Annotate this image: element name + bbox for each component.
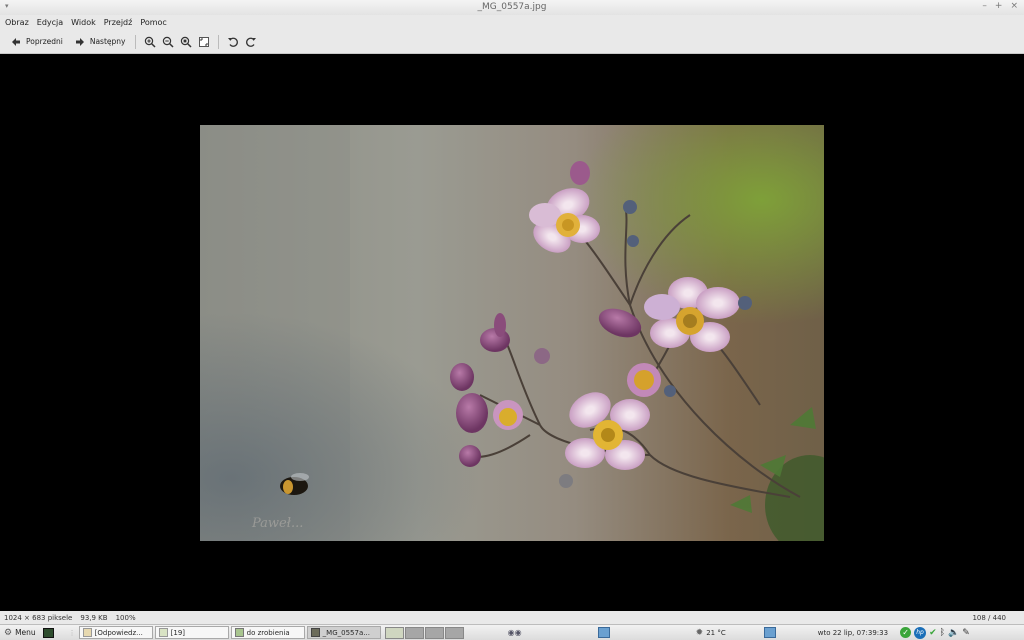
task-label: _MG_0557a... (322, 628, 370, 637)
task-label: [19] (170, 628, 186, 637)
watermark: Paweł... (251, 516, 303, 531)
toolbar-separator (218, 34, 220, 49)
task-do-zrobienia[interactable]: do zrobienia (230, 626, 305, 639)
next-label: Następny (89, 37, 126, 46)
photo: Paweł... (200, 125, 824, 541)
gear-icon: ⚙ (4, 627, 13, 638)
task-image-viewer[interactable]: _MG_0557a... (306, 626, 381, 639)
image-dimensions: 1024 × 683 piksele (4, 613, 73, 622)
folder-icon (158, 628, 168, 637)
workspace-3[interactable] (424, 626, 444, 639)
audio-player-icon[interactable]: ◉◉ (508, 628, 522, 637)
printer-tray-icon[interactable]: hp (914, 626, 927, 639)
flower-photo: Paweł... (200, 125, 824, 541)
pen-icon[interactable]: ✎ (962, 628, 970, 638)
weather-temperature: 21 °C (706, 628, 726, 637)
workspace-switcher[interactable] (384, 626, 464, 639)
zoom-fit-icon[interactable] (197, 35, 211, 49)
rotate-right-icon[interactable] (244, 35, 258, 49)
terminal-icon[interactable] (42, 627, 54, 638)
zoom-level: 100% (115, 613, 136, 622)
maximize-icon[interactable]: + (995, 1, 1003, 11)
menu-przejdz[interactable]: Przejdź (104, 18, 133, 27)
task-19[interactable]: [19] (154, 626, 229, 639)
window-title: _MG_0557a.jpg (477, 2, 547, 12)
arrow-left-icon (9, 35, 23, 49)
previous-button[interactable]: Poprzedni (6, 33, 66, 51)
bluetooth-icon[interactable]: ᛒ (940, 628, 945, 638)
system-tray: ✓ hp ✔ ᛒ 🔈 ✎ (900, 626, 970, 639)
clock[interactable]: wto 22 lip, 07:39:33 (818, 629, 888, 637)
start-menu-label: Menu (15, 628, 36, 637)
next-button[interactable]: Następny (70, 33, 129, 51)
workspace-1[interactable] (384, 626, 404, 639)
minimize-icon[interactable]: – (982, 1, 987, 11)
status-bar: 1024 × 683 piksele 93,9 KB 100% 108 / 44… (0, 611, 1024, 624)
task-label: [Odpowiedz... (94, 628, 143, 637)
taskbar: ⚙ Menu ⋮ [Odpowiedz... [19] do zrobienia… (0, 624, 1024, 640)
arrow-right-icon (73, 35, 87, 49)
menu-bar: Obraz Edycja Widok Przejdź Pomoc (0, 15, 1024, 30)
toolbar: Poprzedni Następny (0, 30, 1024, 54)
menu-pomoc[interactable]: Pomoc (140, 18, 167, 27)
zoom-in-icon[interactable] (143, 35, 157, 49)
task-label: do zrobienia (246, 628, 290, 637)
workspace-2[interactable] (404, 626, 424, 639)
previous-label: Poprzedni (26, 37, 63, 46)
title-bar: ▾ _MG_0557a.jpg – + × (0, 0, 1024, 15)
close-icon[interactable]: × (1010, 1, 1018, 11)
folder-icon (234, 628, 244, 637)
volume-icon[interactable]: 🔈 (948, 628, 959, 638)
network-icon[interactable] (597, 627, 610, 638)
shield-icon[interactable]: ✔ (929, 628, 937, 638)
zoom-normal-icon[interactable] (179, 35, 193, 49)
document-icon (82, 628, 92, 637)
image-viewer[interactable]: Paweł... (0, 55, 1024, 611)
rotate-left-icon[interactable] (226, 35, 240, 49)
drag-handle: ⋮ (68, 628, 76, 637)
image-position: 108 / 440 (972, 613, 1006, 622)
workspace-4[interactable] (444, 626, 464, 639)
menu-widok[interactable]: Widok (71, 18, 96, 27)
image-icon (310, 628, 320, 637)
weather-icon: ✹ (695, 627, 704, 638)
update-ok-icon[interactable]: ✓ (900, 627, 912, 638)
app-launcher-icon[interactable] (763, 627, 776, 638)
menu-obraz[interactable]: Obraz (5, 18, 29, 27)
task-odpowiedz[interactable]: [Odpowiedz... (78, 626, 153, 639)
menu-edycja[interactable]: Edycja (37, 18, 63, 27)
toolbar-separator (135, 34, 137, 49)
window-controls: – + × (982, 1, 1018, 11)
start-menu-button[interactable]: ⚙ Menu (0, 626, 40, 640)
zoom-out-icon[interactable] (161, 35, 175, 49)
image-size: 93,9 KB (80, 613, 108, 622)
